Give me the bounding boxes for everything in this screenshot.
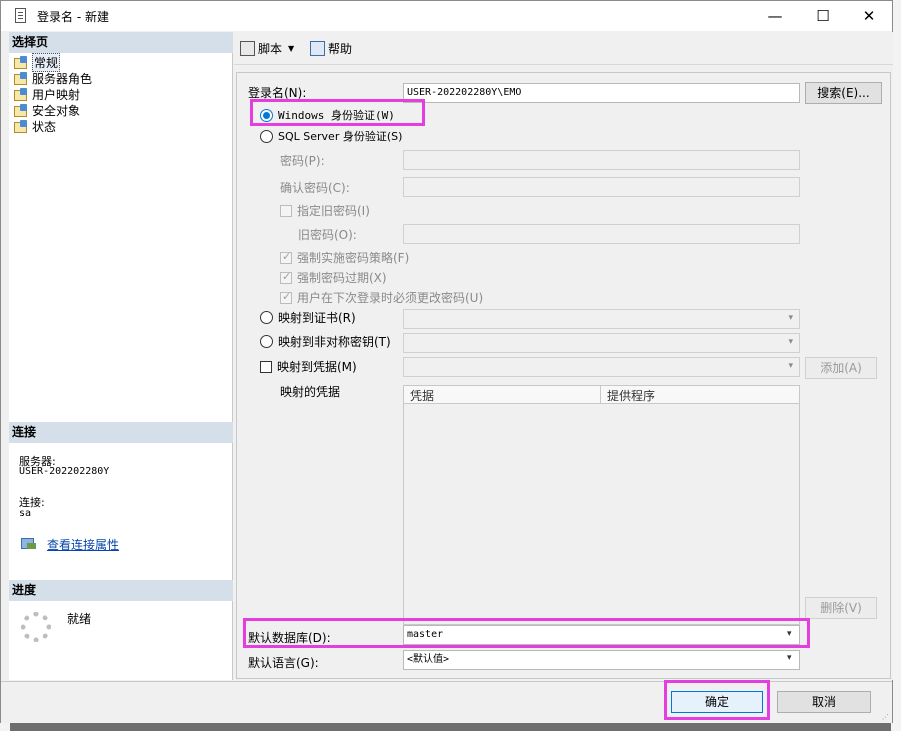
asymmetric-key-select[interactable]: ▾ bbox=[403, 333, 800, 353]
right-pane: 脚本 ▼ 帮助 登录名(N): USER-202202280Y\EMO 搜索(E… bbox=[234, 32, 893, 680]
default-language-select[interactable]: <默认值> bbox=[403, 650, 800, 670]
add-credential-button[interactable]: 添加(A) bbox=[805, 357, 877, 379]
chevron-down-icon[interactable]: ▾ bbox=[787, 653, 792, 663]
page-icon bbox=[13, 55, 29, 69]
highlight-default-database bbox=[243, 618, 810, 648]
credential-select[interactable]: ▾ bbox=[403, 357, 800, 377]
confirm-password-label: 确认密码(C): bbox=[280, 181, 350, 195]
page-item-user-mapping[interactable]: 用户映射 bbox=[13, 86, 80, 102]
progress-spinner-icon bbox=[21, 612, 51, 642]
page-item-securables[interactable]: 安全对象 bbox=[13, 102, 80, 118]
left-pane: 选择页 常规 服务器角色 用户映射 安全对象 状态 连接 服务器: USER-2… bbox=[9, 32, 233, 680]
connection-header: 连接 bbox=[9, 422, 233, 443]
chevron-down-icon: ▾ bbox=[788, 337, 793, 347]
default-language-label: 默认语言(G): bbox=[248, 656, 319, 670]
enforce-password-policy-checkbox[interactable]: 强制实施密码策略(F) bbox=[280, 249, 409, 266]
page-item-server-roles[interactable]: 服务器角色 bbox=[13, 70, 92, 86]
map-certificate-radio[interactable]: 映射到证书(R) bbox=[260, 309, 356, 326]
old-password-label: 旧密码(O): bbox=[298, 228, 357, 242]
page-icon bbox=[13, 87, 29, 101]
highlight-windows-auth bbox=[250, 99, 425, 126]
confirm-password-input[interactable] bbox=[403, 177, 800, 197]
help-icon bbox=[310, 41, 325, 56]
progress-status: 就绪 bbox=[67, 612, 92, 626]
password-input[interactable] bbox=[403, 150, 800, 170]
script-button[interactable]: 脚本 ▼ bbox=[240, 40, 294, 57]
page-item-general[interactable]: 常规 bbox=[13, 52, 61, 72]
window-title: 登录名 - 新建 bbox=[37, 10, 109, 24]
grid-col-provider[interactable]: 提供程序 bbox=[607, 387, 655, 404]
enforce-password-expiration-checkbox[interactable]: 强制密码过期(X) bbox=[280, 269, 387, 286]
page-icon bbox=[13, 103, 29, 117]
connection-value: sa bbox=[19, 508, 32, 519]
resize-grip-icon[interactable]: ⋰ bbox=[882, 713, 890, 721]
specify-old-password-checkbox[interactable]: 指定旧密码(I) bbox=[280, 202, 370, 219]
grid-col-credential[interactable]: 凭据 bbox=[410, 387, 434, 404]
chevron-down-icon[interactable]: ▼ bbox=[288, 44, 294, 53]
select-page-header: 选择页 bbox=[9, 32, 233, 53]
chevron-down-icon: ▾ bbox=[788, 361, 793, 371]
progress-header: 进度 bbox=[9, 580, 233, 601]
remove-credential-button[interactable]: 删除(V) bbox=[805, 597, 877, 619]
password-label: 密码(P): bbox=[280, 154, 325, 168]
mapped-credentials-grid[interactable]: 凭据 提供程序 bbox=[403, 385, 800, 625]
document-icon bbox=[15, 8, 26, 23]
login-new-dialog: 登录名 - 新建 — ☐ ✕ 选择页 常规 服务器角色 用户映射 安全对象 状态… bbox=[0, 0, 893, 723]
map-asymmetric-key-radio[interactable]: 映射到非对称密钥(T) bbox=[260, 333, 391, 350]
toolbar: 脚本 ▼ 帮助 bbox=[234, 32, 893, 65]
certificate-select[interactable]: ▾ bbox=[403, 309, 800, 329]
cancel-button[interactable]: 取消 bbox=[777, 691, 871, 713]
script-icon bbox=[240, 41, 255, 56]
connection-properties-icon bbox=[21, 537, 37, 550]
old-password-input[interactable] bbox=[403, 224, 800, 244]
grid-header: 凭据 提供程序 bbox=[404, 386, 799, 404]
mapped-credentials-label: 映射的凭据 bbox=[280, 385, 341, 399]
page-icon bbox=[13, 71, 29, 85]
map-credential-checkbox[interactable]: 映射到凭据(M) bbox=[260, 358, 357, 375]
must-change-password-checkbox[interactable]: 用户在下次登录时必须更改密码(U) bbox=[280, 289, 483, 306]
title-bar[interactable]: 登录名 - 新建 — ☐ ✕ bbox=[1, 1, 892, 31]
maximize-button[interactable]: ☐ bbox=[800, 1, 846, 31]
chevron-down-icon: ▾ bbox=[788, 313, 793, 323]
page-item-status[interactable]: 状态 bbox=[13, 118, 56, 134]
highlight-ok-button bbox=[664, 680, 770, 720]
page-icon bbox=[13, 119, 29, 133]
help-button[interactable]: 帮助 bbox=[310, 40, 352, 57]
close-button[interactable]: ✕ bbox=[846, 1, 892, 31]
general-page: 登录名(N): USER-202202280Y\EMO 搜索(E)... Win… bbox=[236, 72, 891, 679]
login-name-input[interactable]: USER-202202280Y\EMO bbox=[403, 83, 800, 103]
server-value: USER-202202280Y bbox=[19, 466, 110, 477]
view-connection-properties-link[interactable]: 查看连接属性 bbox=[47, 536, 119, 553]
sql-auth-radio[interactable]: SQL Server 身份验证(S) bbox=[260, 128, 402, 144]
search-button[interactable]: 搜索(E)... bbox=[805, 82, 882, 104]
minimize-button[interactable]: — bbox=[752, 1, 798, 31]
